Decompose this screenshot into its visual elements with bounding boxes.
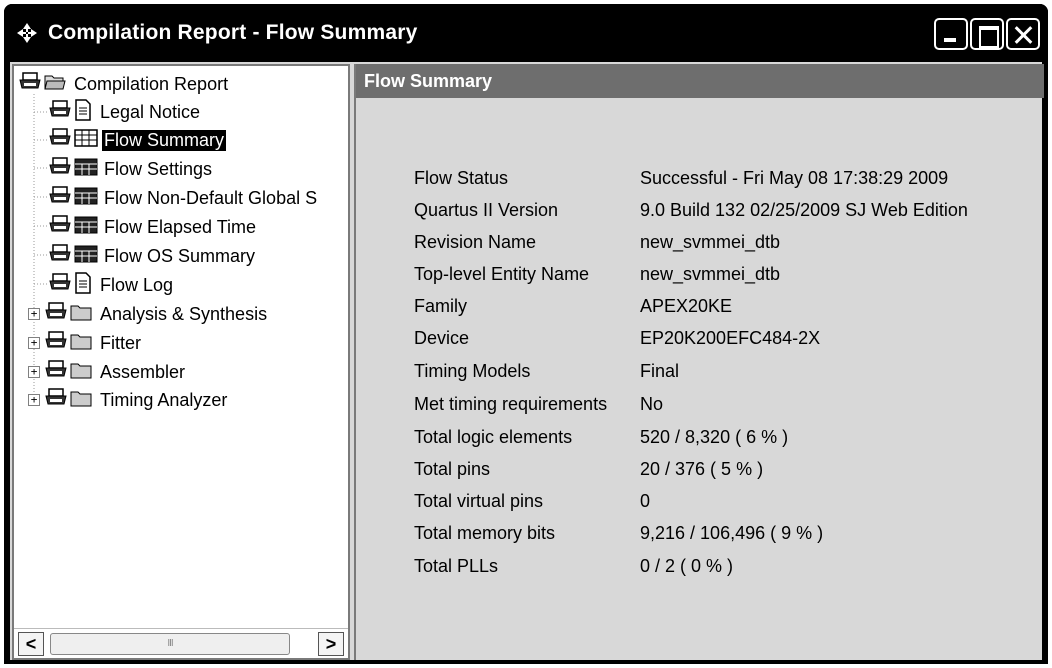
tree-item-label: Legal Notice [100, 101, 201, 122]
scroll-left-button[interactable]: < [18, 632, 44, 656]
tree-item-label: Flow Summary [102, 129, 227, 151]
tree-item-fitter[interactable]: + Fitter [28, 329, 143, 357]
printer-icon [44, 387, 70, 413]
printer-icon [48, 156, 74, 182]
tree-item-flow-settings[interactable]: Flow Settings [48, 155, 214, 183]
summary-key: Total logic elements [414, 427, 573, 447]
printer-icon [48, 272, 74, 298]
summary-value: Final [640, 361, 680, 381]
printer-icon [18, 71, 44, 97]
summary-value: 0 [640, 491, 651, 511]
summary-value: 20 / 376 ( 5 % ) [640, 459, 764, 479]
tree-item-flow-elapsed-time[interactable]: Flow Elapsed Time [48, 213, 258, 241]
folder-icon [70, 361, 98, 384]
summary-key: Revision Name [414, 232, 537, 252]
summary-value: 9,216 / 106,496 ( 9 % ) [640, 523, 824, 543]
tree-item-flow-summary[interactable]: Flow Summary [48, 126, 227, 154]
printer-icon [44, 301, 70, 327]
summary-value: new_svmmei_dtb [640, 264, 781, 284]
tree-item-root[interactable]: Compilation Report [18, 70, 230, 98]
tree-item-label: Compilation Report [74, 73, 229, 94]
expand-icon[interactable]: + [28, 394, 40, 406]
window-title: Compilation Report - Flow Summary [48, 21, 418, 44]
table-icon [74, 216, 102, 239]
minimize-button[interactable] [934, 18, 968, 50]
tree-item-label: Flow Elapsed Time [104, 216, 257, 237]
printer-icon [48, 99, 74, 125]
report-tree: Compilation Report Legal Notice Flow Sum… [14, 66, 348, 628]
summary-key: Family [414, 296, 467, 316]
summary-key: Total PLLs [414, 556, 499, 576]
printer-icon [44, 330, 70, 356]
table-icon [74, 187, 102, 210]
tree-item-legal-notice[interactable]: Legal Notice [48, 98, 202, 126]
folder-icon [70, 389, 98, 412]
folder-icon [70, 332, 98, 355]
tree-item-analysis-synthesis[interactable]: + Analysis & Synthesis [28, 300, 269, 328]
summary-value: APEX20KE [640, 296, 733, 316]
table-icon [74, 158, 102, 181]
printer-icon [48, 243, 74, 269]
tree-item-label: Flow OS Summary [104, 245, 256, 266]
tree-item-label: Flow Log [100, 274, 174, 295]
tree-item-flow-os-summary[interactable]: Flow OS Summary [48, 242, 257, 270]
tree-item-label: Assembler [100, 361, 186, 382]
printer-icon [48, 127, 74, 153]
close-button[interactable] [1006, 18, 1040, 50]
summary-key: Total memory bits [414, 523, 556, 543]
table-icon [74, 128, 102, 152]
tree-item-label: Analysis & Synthesis [100, 303, 268, 324]
summary-key: Quartus II Version [414, 200, 559, 220]
summary-value: new_svmmei_dtb [640, 232, 781, 252]
summary-value: 9.0 Build 132 02/25/2009 SJ Web Edition [640, 200, 968, 220]
tree-item-assembler[interactable]: + Assembler [28, 358, 187, 386]
panel-header: Flow Summary [356, 64, 1044, 98]
flow-summary-panel: Flow Summary Flow Status Successful - Fr… [354, 64, 1044, 660]
tree-item-flow-log[interactable]: Flow Log [48, 271, 175, 299]
printer-icon [44, 359, 70, 385]
summary-key: Met timing requirements [414, 394, 608, 414]
document-icon [74, 98, 98, 126]
summary-value: EP20K200EFC484-2X [640, 328, 821, 348]
tree-item-label: Flow Settings [104, 158, 213, 179]
document-icon [74, 271, 98, 299]
summary-key: Device [414, 328, 470, 348]
summary-value: 0 / 2 ( 0 % ) [640, 556, 734, 576]
summary-key: Total virtual pins [414, 491, 544, 511]
table-icon [74, 245, 102, 268]
printer-icon [48, 214, 74, 240]
maximize-button[interactable] [970, 18, 1004, 50]
summary-value: 520 / 8,320 ( 6 % ) [640, 427, 789, 447]
tree-item-label: Fitter [100, 332, 142, 353]
report-window: Compilation Report - Flow Summary Compil… [4, 4, 1048, 664]
summary-key: Top-level Entity Name [414, 264, 590, 284]
tree-item-timing-analyzer[interactable]: + Timing Analyzer [28, 386, 229, 414]
expand-icon[interactable]: + [28, 366, 40, 378]
tree-item-label: Flow Non-Default Global S [104, 187, 318, 208]
scroll-thumb[interactable]: III [50, 633, 290, 655]
summary-key: Flow Status [414, 168, 509, 188]
app-icon [14, 20, 40, 46]
expand-icon[interactable]: + [28, 337, 40, 349]
expand-icon[interactable]: + [28, 308, 40, 320]
report-tree-panel: Compilation Report Legal Notice Flow Sum… [12, 64, 350, 660]
tree-item-flow-non-default-global[interactable]: Flow Non-Default Global S [48, 184, 319, 212]
summary-value: Successful - Fri May 08 17:38:29 2009 [640, 168, 949, 188]
horizontal-scrollbar[interactable]: < III > [14, 628, 348, 658]
summary-value: No [640, 394, 664, 414]
folder-icon [70, 303, 98, 326]
tree-item-label: Timing Analyzer [100, 389, 228, 410]
open-folder-icon [44, 73, 72, 96]
scroll-right-button[interactable]: > [318, 632, 344, 656]
window-body: Compilation Report Legal Notice Flow Sum… [10, 62, 1044, 660]
printer-icon [48, 185, 74, 211]
window-controls [934, 18, 1040, 50]
summary-key: Total pins [414, 459, 491, 479]
summary-key: Timing Models [414, 361, 531, 381]
title-bar[interactable]: Compilation Report - Flow Summary [4, 4, 1048, 62]
